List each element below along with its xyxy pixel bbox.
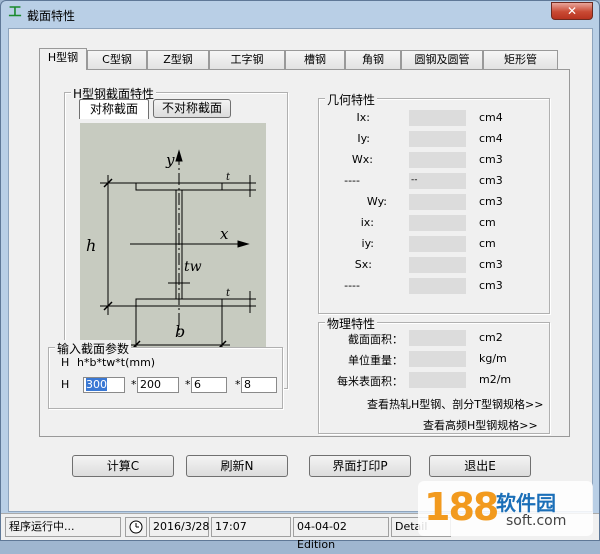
sx-value [409,257,466,273]
status-date: 2016/3/28 [149,517,209,537]
ix-label: Ix: [356,111,370,124]
iy-unit: cm4 [479,132,503,145]
sx-label: Sx: [354,258,372,271]
clock-icon [125,517,147,537]
area-value [409,330,466,346]
times-3: * [235,378,241,391]
times-1: * [131,378,137,391]
watermark-brand: 软件园 [496,491,556,515]
wx2-value: -- [409,173,466,189]
symmetric-section-button[interactable]: 对称截面 [79,99,149,119]
print-button[interactable]: 界面打印P [309,455,411,477]
ix-value [409,110,466,126]
watermark-site: soft.com [506,513,567,529]
h-label: h [86,236,96,255]
tab-i-beam[interactable]: 工字钢 [209,50,285,69]
wx2-label: ---- [344,174,360,187]
wy-unit: cm3 [479,195,503,208]
refresh-button[interactable]: 刷新N [186,455,288,477]
surface-value [409,372,466,388]
surface-unit: m2/m [479,373,512,386]
radius-x-unit: cm [479,216,496,229]
weight-label: 单位重量： [348,354,403,367]
status-edition: 04-04-02 Edition [293,517,389,551]
radius-y-unit: cm [479,237,496,250]
y-axis-label: y [165,151,175,169]
hot-rolled-spec-link[interactable]: 查看热轧H型钢、剖分T型钢规格>> [367,396,543,412]
x-axis-arrow [237,240,250,248]
tab-h-steel[interactable]: H型钢 [39,48,87,70]
t-label-bottom: t [226,288,231,299]
surface-label: 每米表面积： [337,375,403,388]
radius-y-label: iy: [361,237,374,250]
geometry-group: 几何特性 Ix: cm4 Iy: cm4 Wx: cm3 ---- -- cm3… [318,91,550,314]
iy-value [409,131,466,147]
h-input[interactable]: 300 [83,377,125,393]
wx-unit: cm3 [479,153,503,166]
wy-label: Wy: [366,195,387,208]
tw-label: tw [184,259,202,275]
extra-value [409,278,466,294]
extra-label: ---- [344,279,360,292]
input-group: 输入截面参数 H h*b*tw*t(mm) H 300 * 200 * 6 * … [48,340,283,409]
watermark-logo: 188 软件园 soft.com [418,481,593,536]
wx-label: Wx: [351,153,373,166]
formula-prefix: H [61,356,70,369]
wx2-unit: cm3 [479,174,503,187]
wx-value [409,152,466,168]
tab-z-steel[interactable]: Z型钢 [147,50,209,69]
tab-rect-tube[interactable]: 矩形管 [483,50,558,69]
title-bar: 工 截面特性 ✕ [1,1,599,27]
radius-x-value [409,215,466,231]
dialog-client: H型钢 C型钢 Z型钢 工字钢 槽钢 角钢 圆钢及圆管 矩形管 H型钢截面特性 … [8,28,593,512]
window-title: 截面特性 [27,9,76,23]
b-input[interactable]: 200 [137,377,179,393]
weight-value [409,351,466,367]
status-time: 17:07 [211,517,291,537]
weight-unit: kg/m [479,352,507,365]
asymmetric-section-button[interactable]: 不对称截面 [153,99,231,118]
tab-round[interactable]: 圆钢及圆管 [401,50,483,69]
wy-value [409,194,466,210]
radius-x-label: ix: [360,216,374,229]
watermark-number: 188 [424,485,499,529]
h-beam-drawing: y x h b tw t t [86,149,256,355]
tab-c-steel[interactable]: C型钢 [87,50,147,69]
b-label: b [175,322,185,341]
y-axis-arrow [175,149,183,162]
iy-label: Iy: [357,132,370,145]
area-label: 截面面积： [348,333,403,346]
radius-y-value [409,236,466,252]
extra-unit: cm3 [479,279,503,292]
input-group-title: 输入截面参数 [55,340,132,357]
tw-input[interactable]: 6 [191,377,227,393]
x-axis-label: x [220,225,229,243]
geometry-group-title: 几何特性 [325,91,378,108]
times-2: * [185,378,191,391]
sx-unit: cm3 [479,258,503,271]
hf-spec-link[interactable]: 查看高频H型钢规格>> [423,417,538,433]
main-window: 工 截面特性 ✕ H型钢 C型钢 Z型钢 工字钢 槽钢 角钢 圆钢及圆管 矩形管… [0,0,600,551]
status-running: 程序运行中... [5,517,121,537]
row-label: H [61,378,70,391]
physical-group: 物理特性 截面面积： cm2 单位重量： kg/m 每米表面积： m2/m 查看… [318,315,550,434]
exit-button[interactable]: 退出E [429,455,531,477]
area-unit: cm2 [479,331,503,344]
section-diagram: y x h b tw t t [80,123,266,355]
t-label-top: t [226,172,231,183]
tab-panel-h-steel: H型钢截面特性 对称截面 不对称截面 y x h b tw t t 输入截面参数… [39,69,570,437]
physical-group-title: 物理特性 [325,315,378,332]
tab-angle[interactable]: 角钢 [345,50,401,69]
ix-unit: cm4 [479,111,503,124]
close-button[interactable]: ✕ [551,2,593,20]
formula-text: h*b*tw*t(mm) [77,356,156,369]
tab-channel[interactable]: 槽钢 [285,50,345,69]
t-input[interactable]: 8 [241,377,277,393]
app-icon: 工 [8,5,22,20]
calculate-button[interactable]: 计算C [72,455,174,477]
